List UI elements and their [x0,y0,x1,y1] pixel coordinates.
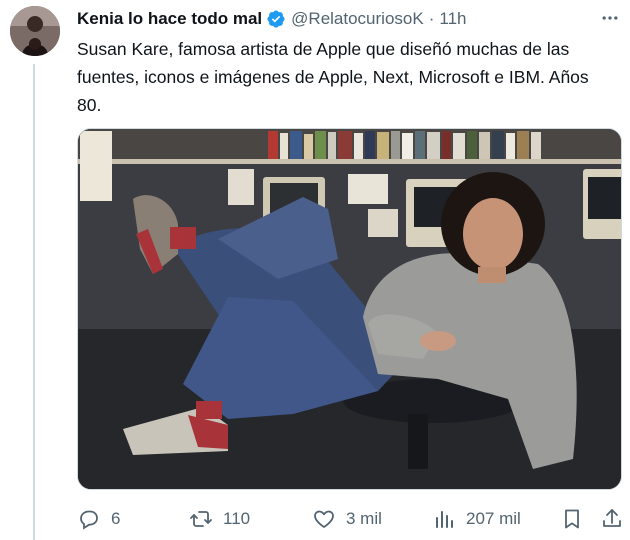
photo-illustration [78,129,621,489]
verified-badge-icon [266,9,286,29]
share-icon [600,507,624,531]
tweet-photo[interactable] [77,128,622,490]
repost-count: 110 [223,509,251,528]
tweet-text: Susan Kare, famosa artista de Apple que … [77,39,589,115]
more-options-icon[interactable] [596,4,624,32]
tweet-header: Kenia lo hace todo mal @RelatocuriosoK ·… [77,8,620,30]
bookmark-icon [560,507,584,531]
views-button[interactable]: 207 mil [432,507,560,531]
repost-button[interactable]: 110 [189,507,312,531]
share-button[interactable] [600,507,622,531]
tweet[interactable]: Kenia lo hace todo mal @RelatocuriosoK ·… [0,0,630,540]
author-name[interactable]: Kenia lo hace todo mal [77,9,262,29]
repost-icon [189,507,213,531]
reply-icon [77,507,101,531]
author-handle[interactable]: @RelatocuriosoK [291,9,424,29]
separator-dot: · [428,9,435,28]
like-button[interactable]: 3 mil [312,507,432,531]
reply-button[interactable]: 6 [77,507,189,531]
action-bar: 6 110 3 mil 207 mil [77,504,622,534]
views-count: 207 mil [466,509,521,528]
tweet-timestamp[interactable]: 11h [439,9,466,29]
heart-icon [312,507,336,531]
views-chart-icon [432,507,456,531]
bookmark-button[interactable] [560,507,600,531]
thread-line [33,64,35,540]
like-count: 3 mil [346,509,382,528]
author-avatar[interactable] [10,6,60,56]
reply-count: 6 [111,509,121,528]
